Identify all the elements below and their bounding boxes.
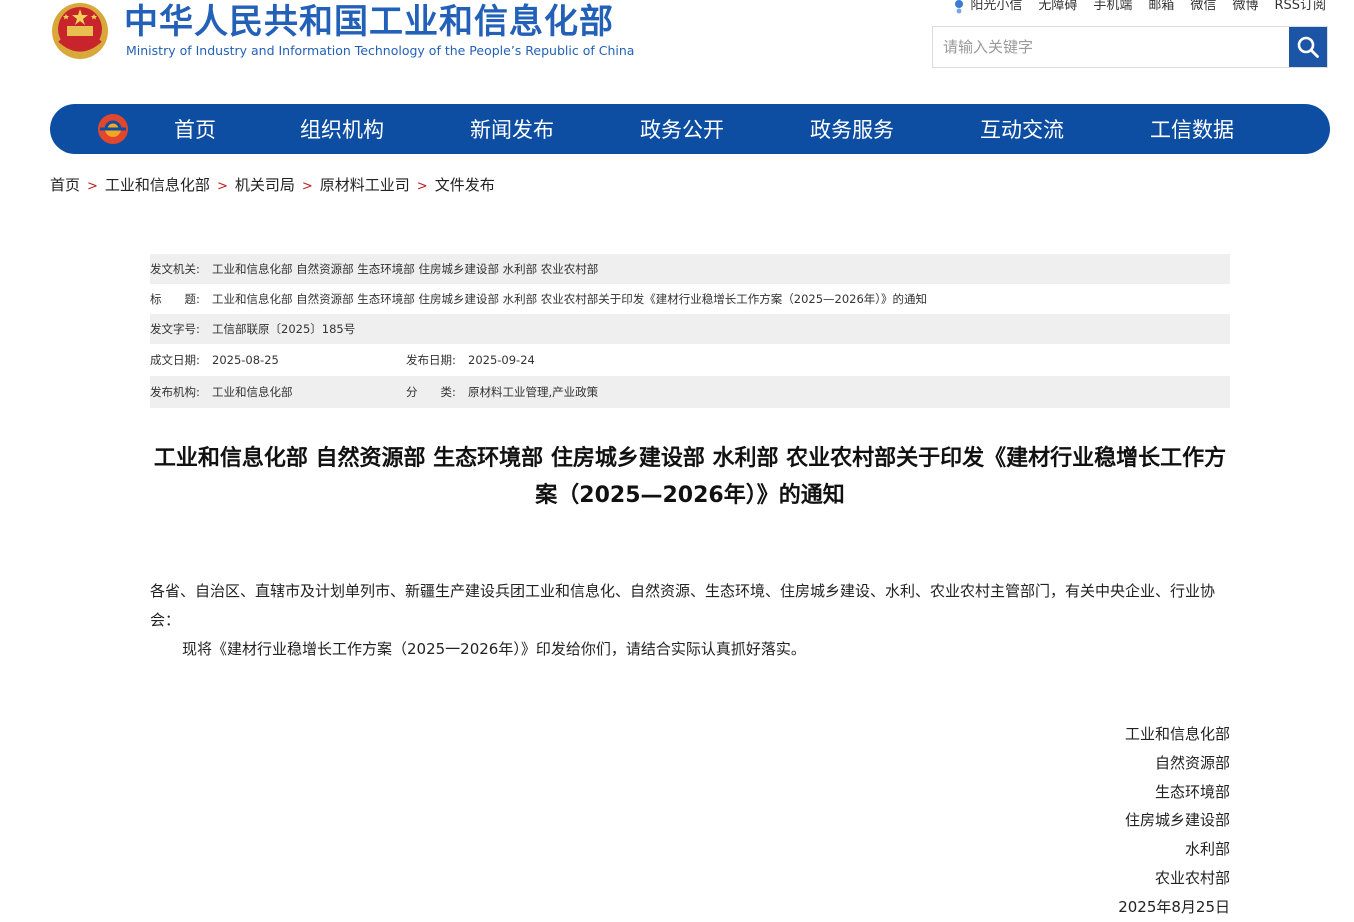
nav-item-gov-affairs[interactable]: 政务公开 bbox=[640, 104, 724, 154]
breadcrumb-raw-materials[interactable]: 原材料工业司 bbox=[320, 176, 410, 194]
breadcrumb-ministry[interactable]: 工业和信息化部 bbox=[105, 176, 210, 194]
breadcrumb-separator: > bbox=[301, 179, 313, 194]
article-body: 各省、自治区、直辖市及计划单列市、新疆生产建设兵团工业和信息化、自然资源、生态环… bbox=[150, 577, 1220, 664]
signatory: 农业农村部 bbox=[1154, 868, 1230, 887]
meta-row-title: 标 题: 工业和信息化部 自然资源部 生态环境部 住房城乡建设部 水利部 农业农… bbox=[150, 284, 1230, 314]
document-meta-table: 发文机关: 工业和信息化部 自然资源部 生态环境部 住房城乡建设部 水利部 农业… bbox=[150, 254, 1230, 408]
top-link-mobile[interactable]: 手机端 bbox=[1093, 0, 1132, 13]
meta-label: 发布机构: bbox=[150, 385, 200, 399]
breadcrumb-separator: > bbox=[216, 179, 228, 194]
search-input[interactable] bbox=[933, 27, 1289, 67]
signatory: 自然资源部 bbox=[1154, 753, 1230, 772]
meta-row-dates: 成文日期: 2025-08-25 发布日期: 2025-09-24 bbox=[150, 344, 1230, 376]
top-links: 阳光小信 无障碍 手机端 邮箱 微信 微博 RSS订阅 bbox=[952, 0, 1326, 14]
breadcrumb-documents[interactable]: 文件发布 bbox=[435, 176, 495, 194]
site-subtitle: Ministry of Industry and Information Tec… bbox=[126, 43, 635, 58]
meta-value-title: 工业和信息化部 自然资源部 生态环境部 住房城乡建设部 水利部 农业农村部关于印… bbox=[212, 292, 928, 306]
article-date: 2025年8月25日 bbox=[1118, 897, 1230, 916]
breadcrumb-departments[interactable]: 机关司局 bbox=[235, 176, 295, 194]
top-link-sunshine[interactable]: 阳光小信 bbox=[952, 0, 1022, 14]
top-link-accessibility[interactable]: 无障碍 bbox=[1038, 0, 1077, 13]
article-salutation: 各省、自治区、直辖市及计划单列市、新疆生产建设兵团工业和信息化、自然资源、生态环… bbox=[150, 582, 1216, 629]
nav-item-interaction[interactable]: 互动交流 bbox=[980, 104, 1064, 154]
breadcrumb-separator: > bbox=[416, 179, 428, 194]
top-link-weibo[interactable]: 微博 bbox=[1232, 0, 1258, 13]
meta-value-org: 工业和信息化部 bbox=[212, 385, 293, 399]
meta-value-published: 2025-09-24 bbox=[468, 353, 535, 367]
search-button[interactable] bbox=[1289, 27, 1327, 67]
signatory: 生态环境部 bbox=[1154, 782, 1230, 801]
site-title[interactable]: 中华人民共和国工业和信息化部 bbox=[124, 2, 614, 42]
main-nav: 首页 组织机构 新闻发布 政务公开 政务服务 互动交流 工信数据 bbox=[50, 104, 1330, 154]
article-paragraph: 现将《建材行业稳增长工作方案（2025一2026年）》印发给你们，请结合实际认真… bbox=[182, 640, 806, 658]
top-link-wechat[interactable]: 微信 bbox=[1190, 0, 1216, 13]
nav-item-news[interactable]: 新闻发布 bbox=[470, 104, 554, 154]
signatory: 水利部 bbox=[1184, 840, 1230, 859]
top-link-rss[interactable]: RSS订阅 bbox=[1274, 0, 1326, 13]
breadcrumb-home[interactable]: 首页 bbox=[50, 176, 80, 194]
meta-label: 发布日期: bbox=[406, 353, 456, 367]
meta-row-org: 发布机构: 工业和信息化部 分 类: 原材料工业管理,产业政策 bbox=[150, 376, 1230, 408]
meta-value-created: 2025-08-25 bbox=[212, 353, 279, 367]
breadcrumb: 首页 > 工业和信息化部 > 机关司局 > 原材料工业司 > 文件发布 bbox=[50, 174, 495, 195]
meta-value-category: 原材料工业管理,产业政策 bbox=[468, 385, 599, 399]
signatory: 住房城乡建设部 bbox=[1124, 811, 1230, 830]
breadcrumb-separator: > bbox=[87, 179, 98, 194]
nav-item-data[interactable]: 工信数据 bbox=[1150, 104, 1234, 154]
meta-row-issuer: 发文机关: 工业和信息化部 自然资源部 生态环境部 住房城乡建设部 水利部 农业… bbox=[150, 254, 1230, 284]
top-link-label: 阳光小信 bbox=[970, 0, 1023, 13]
meta-value-docno: 工信部联原〔2025〕185号 bbox=[212, 322, 356, 336]
meta-row-docno: 发文字号: 工信部联原〔2025〕185号 bbox=[150, 314, 1230, 344]
meta-label: 成文日期: bbox=[150, 353, 200, 367]
meta-label: 发文机关: bbox=[150, 262, 200, 276]
article-title: 工业和信息化部 自然资源部 生态环境部 住房城乡建设部 水利部 农业农村部关于印… bbox=[153, 446, 1227, 508]
nav-item-home[interactable]: 首页 bbox=[174, 104, 216, 154]
nav-item-gov-services[interactable]: 政务服务 bbox=[810, 104, 894, 154]
article-signatures: 工业和信息化部 自然资源部 生态环境部 住房城乡建设部 水利部 农业农村部 20… bbox=[1118, 720, 1230, 922]
nav-item-organization[interactable]: 组织机构 bbox=[300, 104, 384, 154]
top-link-mail[interactable]: 邮箱 bbox=[1148, 0, 1174, 13]
meta-label: 分 类: bbox=[406, 385, 456, 399]
meta-label: 标 题: bbox=[150, 292, 200, 306]
sunshine-icon bbox=[955, 0, 964, 13]
signatory: 工业和信息化部 bbox=[1124, 725, 1230, 743]
miit-logo-icon[interactable] bbox=[96, 112, 130, 146]
meta-label: 发文字号: bbox=[150, 322, 200, 336]
search-icon bbox=[1297, 36, 1319, 58]
national-emblem-icon[interactable] bbox=[50, 0, 110, 62]
search-box bbox=[932, 26, 1328, 68]
site-header: 中华人民共和国工业和信息化部 Ministry of Industry and … bbox=[0, 0, 1354, 100]
meta-value-issuer: 工业和信息化部 自然资源部 生态环境部 住房城乡建设部 水利部 农业农村部 bbox=[212, 262, 599, 276]
